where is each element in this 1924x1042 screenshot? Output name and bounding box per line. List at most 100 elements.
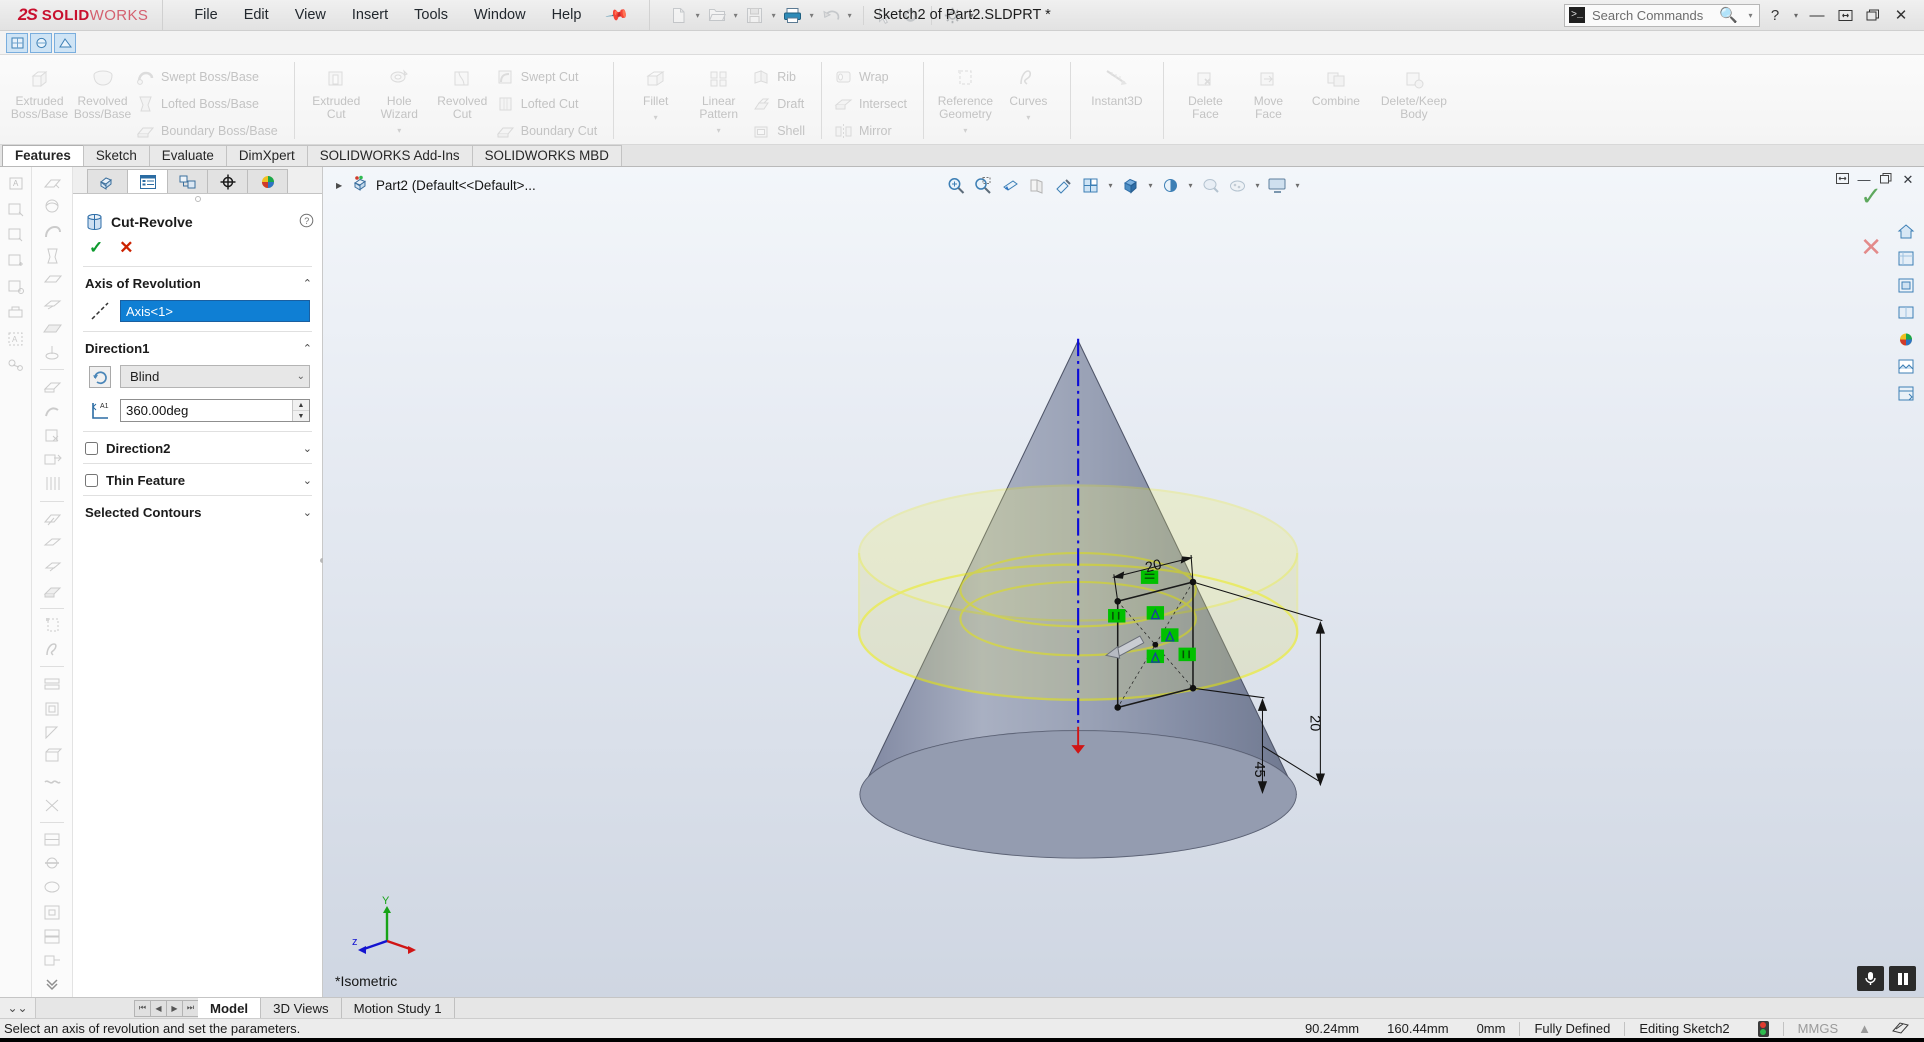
angle-value[interactable]: 360.00deg <box>121 400 292 421</box>
display-manager-tab[interactable] <box>247 169 288 193</box>
boundary-cut-button[interactable]: Boundary Cut <box>494 119 603 143</box>
chevron-double-down-icon[interactable]: ⌄⌄ <box>0 998 36 1018</box>
rib-button[interactable]: Rib <box>750 65 811 89</box>
open-document-icon[interactable] <box>704 3 729 27</box>
section-axis-of-revolution[interactable]: Axis of Revolution ⌃ <box>73 267 322 298</box>
add-text-icon[interactable] <box>2 249 30 274</box>
shell-button[interactable]: Shell <box>750 119 811 143</box>
save-document-icon[interactable] <box>742 3 767 27</box>
view-settings-caret[interactable]: ▾ <box>1292 173 1303 197</box>
thin-feature-chevron[interactable]: ⌄ <box>303 474 312 487</box>
extend-surface-icon[interactable] <box>38 341 66 364</box>
revolved-boss-base-button[interactable]: Revolved Boss/Base <box>71 59 134 121</box>
parting-line-icon[interactable] <box>38 852 66 875</box>
help-icon[interactable]: ? <box>1762 2 1788 28</box>
extruded-cut-button[interactable]: Extruded Cut <box>305 59 368 121</box>
filled-surface-icon[interactable] <box>38 292 66 315</box>
options-caret[interactable]: ▾ <box>966 3 977 27</box>
tab-features[interactable]: Features <box>2 145 84 166</box>
structural-member-icon[interactable] <box>38 696 66 719</box>
chevron-right-icon[interactable]: ▶ <box>336 181 346 190</box>
boundary-boss-base-button[interactable]: Boundary Boss/Base <box>134 119 284 143</box>
search-input[interactable]: Search Commands <box>1592 8 1712 23</box>
planar-surface-icon[interactable] <box>38 317 66 340</box>
view-orientation-paint-icon[interactable] <box>1051 173 1076 197</box>
axis-selection-field[interactable]: Axis<1> <box>120 300 310 322</box>
curves-button[interactable]: Curves ▾ <box>997 59 1060 124</box>
bottom-tab-model[interactable]: Model <box>198 998 261 1018</box>
axis-of-revolution-chevron[interactable]: ⌃ <box>303 277 312 290</box>
fillet-button[interactable]: Fillet ▾ <box>624 59 687 124</box>
search-caret[interactable]: ▾ <box>1745 3 1756 27</box>
reference-geometry-caret[interactable]: ▾ <box>963 124 967 137</box>
view-orientation-icon[interactable] <box>1078 173 1103 197</box>
display-pane-icon[interactable] <box>1894 381 1918 405</box>
boundary-surface-icon[interactable] <box>38 268 66 291</box>
end-cap-icon[interactable] <box>38 745 66 768</box>
selected-contours-chevron[interactable]: ⌄ <box>303 506 312 519</box>
tab-evaluate[interactable]: Evaluate <box>149 145 227 166</box>
lofted-boss-base-button[interactable]: Lofted Boss/Base <box>134 92 284 116</box>
linear-pattern-caret[interactable]: ▾ <box>717 124 721 137</box>
hide-show-items-icon[interactable] <box>1158 173 1183 197</box>
intersect-button[interactable]: Intersect <box>832 92 913 116</box>
expand-rail-icon[interactable] <box>38 974 66 997</box>
revolved-cut-button[interactable]: Revolved Cut <box>431 59 494 121</box>
graphics-viewport[interactable]: ▶ Part2 (Default<<Default>... <box>323 167 1924 997</box>
view-top-icon[interactable] <box>1894 273 1918 297</box>
instant3d-button[interactable]: Instant3D <box>1081 59 1153 108</box>
cancel-button[interactable]: ✕ <box>119 238 133 258</box>
feature-manager-tab[interactable] <box>87 169 128 193</box>
thin-feature-checkbox[interactable] <box>85 474 98 487</box>
panel-grip[interactable] <box>73 194 322 204</box>
delete-face-rail-icon[interactable] <box>38 424 66 447</box>
scene-icon[interactable] <box>1894 354 1918 378</box>
customize-icon[interactable] <box>1877 1019 1924 1038</box>
sketch-text-icon[interactable]: A <box>2 171 30 196</box>
hole-wizard-caret[interactable]: ▾ <box>397 124 401 137</box>
direction2-checkbox[interactable] <box>85 442 98 455</box>
view-settings-icon[interactable] <box>1265 173 1290 197</box>
direction2-chevron[interactable]: ⌄ <box>303 442 312 455</box>
pin-icon[interactable]: 📌 <box>605 2 631 27</box>
nav-prev-button[interactable]: ◀ <box>150 1000 167 1017</box>
nav-last-button[interactable]: ⏭ <box>182 1000 199 1017</box>
zoom-to-area-icon[interactable] <box>970 173 995 197</box>
tab-sketch[interactable]: Sketch <box>83 145 150 166</box>
weldment-icon[interactable] <box>38 672 66 695</box>
dimxpert-manager-tab[interactable] <box>207 169 248 193</box>
lofted-cut-button[interactable]: Lofted Cut <box>494 92 603 116</box>
microphone-icon[interactable] <box>1857 966 1884 991</box>
side-core-icon[interactable] <box>38 949 66 972</box>
delete-keep-body-button[interactable]: Delete/Keep Body <box>1372 59 1456 121</box>
swept-cut-button[interactable]: Swept Cut <box>494 65 603 89</box>
swept-surface-icon[interactable] <box>38 220 66 243</box>
cone-model-graphic[interactable]: 20 20 45 <box>323 167 1924 997</box>
rebuild-indicator-icon[interactable] <box>1744 1021 1783 1037</box>
mirror-button[interactable]: Mirror <box>832 119 913 143</box>
lofted-surface-icon[interactable] <box>38 244 66 267</box>
display-style-icon[interactable] <box>1118 173 1143 197</box>
close-icon[interactable]: ✕ <box>1888 2 1914 28</box>
nav-next-button[interactable]: ▶ <box>166 1000 183 1017</box>
curves-caret[interactable]: ▾ <box>1026 111 1030 124</box>
reverse-direction-icon[interactable] <box>89 366 111 388</box>
linear-pattern-button[interactable]: Linear Pattern ▾ <box>687 59 750 137</box>
core-cavity-icon[interactable] <box>38 901 66 924</box>
section-thin-feature[interactable]: Thin Feature ⌄ <box>73 464 322 495</box>
trim-surface-icon[interactable] <box>38 555 66 578</box>
apply-scene-caret[interactable]: ▾ <box>1252 173 1263 197</box>
undo-caret[interactable]: ▾ <box>844 3 855 27</box>
belt-chain-icon[interactable] <box>2 353 30 378</box>
menu-insert[interactable]: Insert <box>339 3 401 27</box>
view-front-icon[interactable] <box>1894 246 1918 270</box>
menu-file[interactable]: File <box>181 3 230 27</box>
appearance-icon[interactable] <box>1894 327 1918 351</box>
shut-off-surfaces-icon[interactable] <box>38 876 66 899</box>
tooling-split-icon[interactable] <box>38 925 66 948</box>
fillet-caret[interactable]: ▾ <box>654 111 658 124</box>
angle-stepper[interactable]: 360.00deg ▲ ▼ <box>120 399 310 422</box>
hide-show-caret[interactable]: ▾ <box>1185 173 1196 197</box>
restore-down-icon[interactable] <box>1834 172 1850 188</box>
curve-rail-icon[interactable] <box>38 638 66 661</box>
